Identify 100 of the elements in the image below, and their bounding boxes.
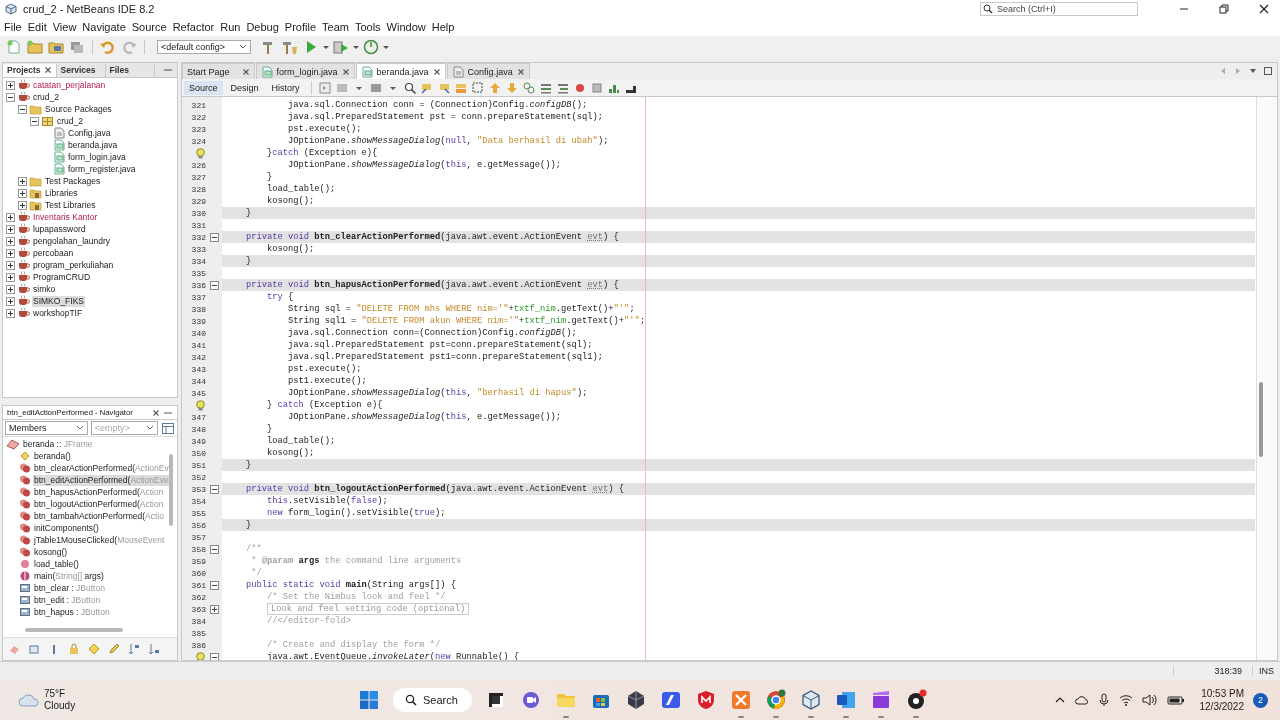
close-icon[interactable]: [43, 66, 52, 74]
link-icon[interactable]: [521, 80, 536, 95]
menu-item[interactable]: Tools: [351, 21, 384, 33]
navigator-item[interactable]: btn_clear : JButton: [33, 582, 106, 594]
menu-item[interactable]: Debug: [243, 21, 282, 33]
editor-tab[interactable]: beranda.java: [355, 63, 446, 79]
expand-icon[interactable]: [6, 248, 15, 258]
open-project-icon[interactable]: [47, 39, 65, 55]
tree-item[interactable]: lupapassword: [32, 223, 87, 235]
config-dropdown[interactable]: <default config>: [157, 40, 251, 54]
panel-tab[interactable]: Projects: [3, 63, 57, 77]
close-project-icon[interactable]: [68, 39, 86, 55]
maximize-icon[interactable]: [1263, 66, 1273, 76]
menu-item[interactable]: File: [1, 21, 25, 33]
clock-time[interactable]: 10:53 PM: [1201, 687, 1244, 700]
navigator-item[interactable]: load_table(): [33, 558, 80, 570]
caret-icon[interactable]: [383, 43, 389, 51]
tree-item[interactable]: workshopTIF: [32, 307, 84, 319]
menu-item[interactable]: Edit: [24, 21, 50, 33]
tree-item[interactable]: program_perkuliahan: [32, 259, 115, 271]
expand-icon[interactable]: [6, 308, 15, 318]
expand-icon[interactable]: [6, 212, 15, 222]
tree-item[interactable]: Config.java: [67, 127, 112, 139]
collapse-icon[interactable]: [209, 232, 219, 242]
collapse-icon[interactable]: [209, 544, 219, 554]
wifi-icon[interactable]: [1118, 694, 1133, 706]
close-icon[interactable]: [152, 408, 160, 417]
cloud-icon[interactable]: [1074, 694, 1089, 706]
pencil-icon[interactable]: [107, 642, 121, 656]
search-field[interactable]: Search (Ctrl+I): [980, 2, 1138, 16]
tree-item[interactable]: Libraries: [44, 187, 79, 199]
navigator-item[interactable]: btn_clearActionPerformed(ActionEv: [33, 462, 170, 474]
battery-icon[interactable]: [1166, 694, 1185, 706]
expand-icon[interactable]: [6, 272, 15, 282]
bulb-icon[interactable]: [195, 399, 206, 411]
expand-icon[interactable]: [6, 296, 15, 306]
microphone-icon[interactable]: [1097, 693, 1110, 707]
menu-item[interactable]: Window: [383, 21, 429, 33]
tree-item[interactable]: Source Packages: [44, 103, 113, 115]
start-icon[interactable]: [358, 689, 380, 711]
navigator-item[interactable]: btn_hapus : JButton: [33, 606, 111, 618]
sort-icon[interactable]: [127, 642, 141, 656]
diamond-icon[interactable]: [87, 642, 101, 656]
magnifier-icon[interactable]: [402, 80, 417, 95]
notification-badge[interactable]: 2: [1253, 692, 1268, 708]
menu-item[interactable]: Navigate: [79, 21, 129, 33]
tree-item[interactable]: simko: [32, 283, 57, 295]
menu-item[interactable]: Help: [428, 21, 458, 33]
document-app-icon[interactable]: [834, 689, 857, 711]
navigator-item[interactable]: btn_logoutActionPerformed(Action: [33, 498, 165, 510]
tree-item[interactable]: crud_2: [32, 91, 60, 103]
tree-item[interactable]: Test Packages: [44, 175, 102, 187]
navigator-item[interactable]: beranda(): [33, 450, 72, 462]
tree-item[interactable]: Inventaris Kantor: [32, 211, 99, 223]
tree-item[interactable]: crud_2: [56, 115, 84, 127]
panel-tab[interactable]: Files: [105, 63, 155, 77]
bulb-icon[interactable]: [195, 147, 206, 159]
search-button[interactable]: Search: [393, 688, 472, 712]
menu-item[interactable]: Profile: [281, 21, 319, 33]
navigator-item[interactable]: main(String[] args): [33, 570, 105, 582]
caret-icon[interactable]: [353, 43, 359, 51]
navigator-item[interactable]: btn_hapusActionPerformed(Action: [33, 486, 165, 498]
tree-item[interactable]: Test Libraries: [44, 199, 97, 211]
selection-icon[interactable]: [470, 80, 485, 95]
caret-icon[interactable]: [323, 43, 329, 51]
expand-icon[interactable]: [18, 188, 27, 198]
navigator-item[interactable]: initComponents(): [33, 522, 100, 534]
tree-item[interactable]: form_register.java: [67, 163, 137, 175]
expand-icon[interactable]: [6, 80, 15, 90]
expand-icon[interactable]: [6, 236, 15, 246]
expand-icon[interactable]: [209, 604, 219, 614]
restore-icon[interactable]: [1218, 3, 1230, 15]
browser-icon[interactable]: [764, 689, 787, 711]
members-dropdown[interactable]: Members: [5, 421, 88, 435]
tree-item[interactable]: SIMKO_FIKS: [32, 295, 85, 307]
editor-tab[interactable]: form_login.java: [255, 63, 355, 79]
collapse-icon[interactable]: [18, 104, 27, 114]
panel-tab[interactable]: Services: [56, 63, 106, 77]
navigator-item[interactable]: jTable1MouseClicked(MouseEvent: [33, 534, 166, 546]
collapse-icon[interactable]: [209, 580, 219, 590]
expand-icon[interactable]: [18, 200, 27, 210]
menu-item[interactable]: Refactor: [169, 21, 218, 33]
close-icon[interactable]: [1258, 3, 1270, 15]
tree-item[interactable]: ProgramCRUD: [32, 271, 92, 283]
cube-icon[interactable]: [799, 689, 822, 711]
editor-tab[interactable]: Start Page: [182, 63, 255, 79]
tree-item[interactable]: pengolahan_laundry: [32, 235, 112, 247]
collapse-icon[interactable]: [209, 280, 219, 290]
menu-item[interactable]: Run: [217, 21, 244, 33]
menu-item[interactable]: View: [49, 21, 80, 33]
menu-item[interactable]: Source: [128, 21, 170, 33]
menu-item[interactable]: Team: [319, 21, 352, 33]
scroll-thumb[interactable]: [25, 628, 123, 632]
speaker-icon[interactable]: [1141, 694, 1158, 706]
navigator-item[interactable]: kosong(): [33, 546, 69, 558]
view-tab[interactable]: Design: [225, 80, 264, 95]
x-app-icon[interactable]: [729, 689, 752, 711]
view-tab[interactable]: Source: [184, 80, 223, 95]
view-tab[interactable]: History: [266, 80, 305, 95]
slash-app-icon[interactable]: [659, 689, 682, 711]
